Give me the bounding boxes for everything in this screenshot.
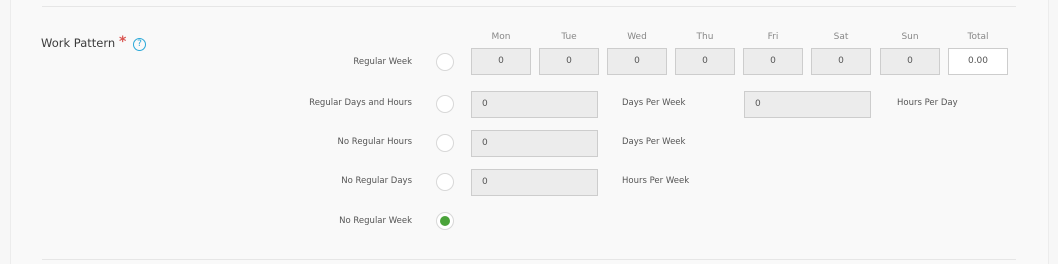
top-divider	[42, 6, 1016, 7]
hours-per-day-unit: Hours Per Day	[897, 98, 958, 108]
hours-per-day-input[interactable]: 0	[744, 91, 871, 118]
regular-days-hours-label: Regular Days and Hours	[309, 98, 412, 108]
help-icon[interactable]: ?	[133, 38, 146, 51]
days-per-week-input[interactable]: 0	[471, 91, 598, 118]
day-header-total: Total	[967, 32, 989, 42]
total-hours-field: 0.00	[948, 48, 1008, 75]
regular-week-label: Regular Week	[353, 57, 412, 67]
no-regular-hours-unit: Days Per Week	[622, 137, 686, 147]
no-regular-week-label: No Regular Week	[339, 216, 412, 226]
no-regular-hours-days-input[interactable]: 0	[471, 130, 598, 157]
sat-hours-input[interactable]: 0	[811, 48, 871, 75]
no-regular-days-hours-input[interactable]: 0	[471, 169, 598, 196]
day-header-mon: Mon	[491, 32, 511, 42]
day-header-fri: Fri	[767, 32, 779, 42]
thu-hours-input[interactable]: 0	[675, 48, 735, 75]
no-regular-days-radio[interactable]	[436, 173, 454, 191]
no-regular-hours-label: No Regular Hours	[337, 137, 412, 147]
mon-hours-input[interactable]: 0	[471, 48, 531, 75]
no-regular-days-label: No Regular Days	[341, 176, 412, 186]
sun-hours-input[interactable]: 0	[880, 48, 940, 75]
wed-hours-input[interactable]: 0	[607, 48, 667, 75]
required-asterisk-icon: *	[119, 34, 127, 50]
day-header-tue: Tue	[561, 32, 577, 42]
day-header-sun: Sun	[901, 32, 919, 42]
section-title: Work Pattern	[41, 36, 116, 50]
regular-days-hours-radio[interactable]	[436, 95, 454, 113]
day-header-sat: Sat	[833, 32, 849, 42]
bottom-divider	[42, 259, 1016, 260]
fri-hours-input[interactable]: 0	[743, 48, 803, 75]
tue-hours-input[interactable]: 0	[539, 48, 599, 75]
day-header-wed: Wed	[627, 32, 647, 42]
no-regular-hours-radio[interactable]	[436, 134, 454, 152]
regular-week-radio[interactable]	[436, 53, 454, 71]
day-header-thu: Thu	[696, 32, 714, 42]
no-regular-days-unit: Hours Per Week	[622, 176, 690, 186]
no-regular-week-radio[interactable]	[436, 212, 454, 230]
days-per-week-unit: Days Per Week	[622, 98, 686, 108]
